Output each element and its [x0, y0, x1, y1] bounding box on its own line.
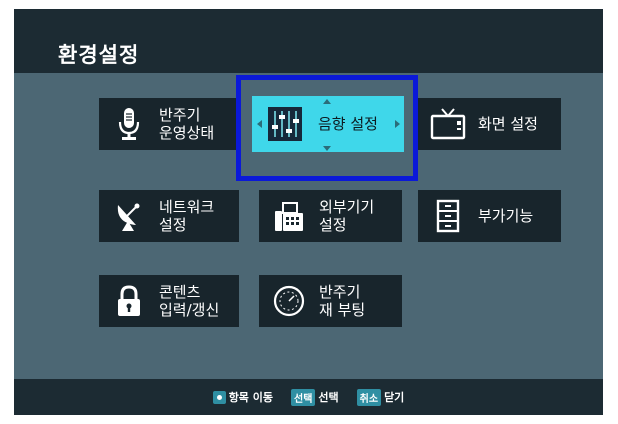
menu-item-label: 반주기 재 부팅 — [319, 283, 366, 319]
menu-item-network-settings[interactable]: 네트워크 설정 — [99, 190, 239, 242]
microphone-icon — [99, 98, 159, 150]
cancel-key-badge: 취소 — [356, 388, 382, 406]
lock-icon — [99, 275, 159, 327]
cabinet-icon — [418, 190, 478, 242]
menu-item-content-update[interactable]: 콘텐츠 입력/갱신 — [99, 275, 239, 327]
menu-item-label: 부가기능 — [478, 207, 534, 225]
page-title: 환경설정 — [58, 43, 140, 67]
dpad-icon — [212, 390, 226, 404]
menu-item-display-settings[interactable]: 화면 설정 — [418, 98, 561, 150]
hint-select: 선택 선택 — [291, 388, 339, 406]
menu-item-extra-features[interactable]: 부가기능 — [418, 190, 561, 242]
hint-move-label: 항목 이동 — [228, 391, 273, 404]
menu-item-operation-status[interactable]: 반주기 운영상태 — [99, 98, 239, 150]
menu-item-label: 화면 설정 — [478, 115, 538, 133]
arrow-left-icon — [257, 120, 262, 128]
reboot-dial-icon — [259, 275, 319, 327]
arrow-down-icon — [323, 146, 331, 151]
menu-item-label: 반주기 운영상태 — [159, 106, 215, 142]
menu-item-external-devices[interactable]: 외부기기 설정 — [259, 190, 402, 242]
header-bar: 환경설정 — [14, 9, 603, 73]
hint-select-label: 선택 — [318, 391, 339, 404]
menu-item-reboot[interactable]: 반주기 재 부팅 — [259, 275, 402, 327]
settings-screen: 환경설정 반주기 운영상태 음향 설정 화면 설정 네트워크 설정 외부기기 설… — [14, 9, 603, 415]
menu-item-label: 네트워크 설정 — [159, 198, 215, 234]
tv-icon — [418, 98, 478, 150]
satellite-dish-icon — [99, 190, 159, 242]
fax-machine-icon — [259, 190, 319, 242]
hint-cancel-label: 닫기 — [384, 391, 405, 404]
menu-item-label: 콘텐츠 입력/갱신 — [159, 283, 220, 319]
select-key-badge: 선택 — [291, 388, 316, 406]
hint-move: 항목 이동 — [212, 389, 273, 405]
arrow-up-icon — [323, 99, 331, 104]
footer-hint-bar: 항목 이동 선택 선택 취소 닫기 — [14, 379, 603, 415]
menu-item-label: 외부기기 설정 — [319, 198, 375, 234]
arrow-right-icon — [395, 120, 400, 128]
hint-cancel: 취소 닫기 — [356, 388, 405, 406]
selection-highlight-frame — [236, 75, 418, 181]
